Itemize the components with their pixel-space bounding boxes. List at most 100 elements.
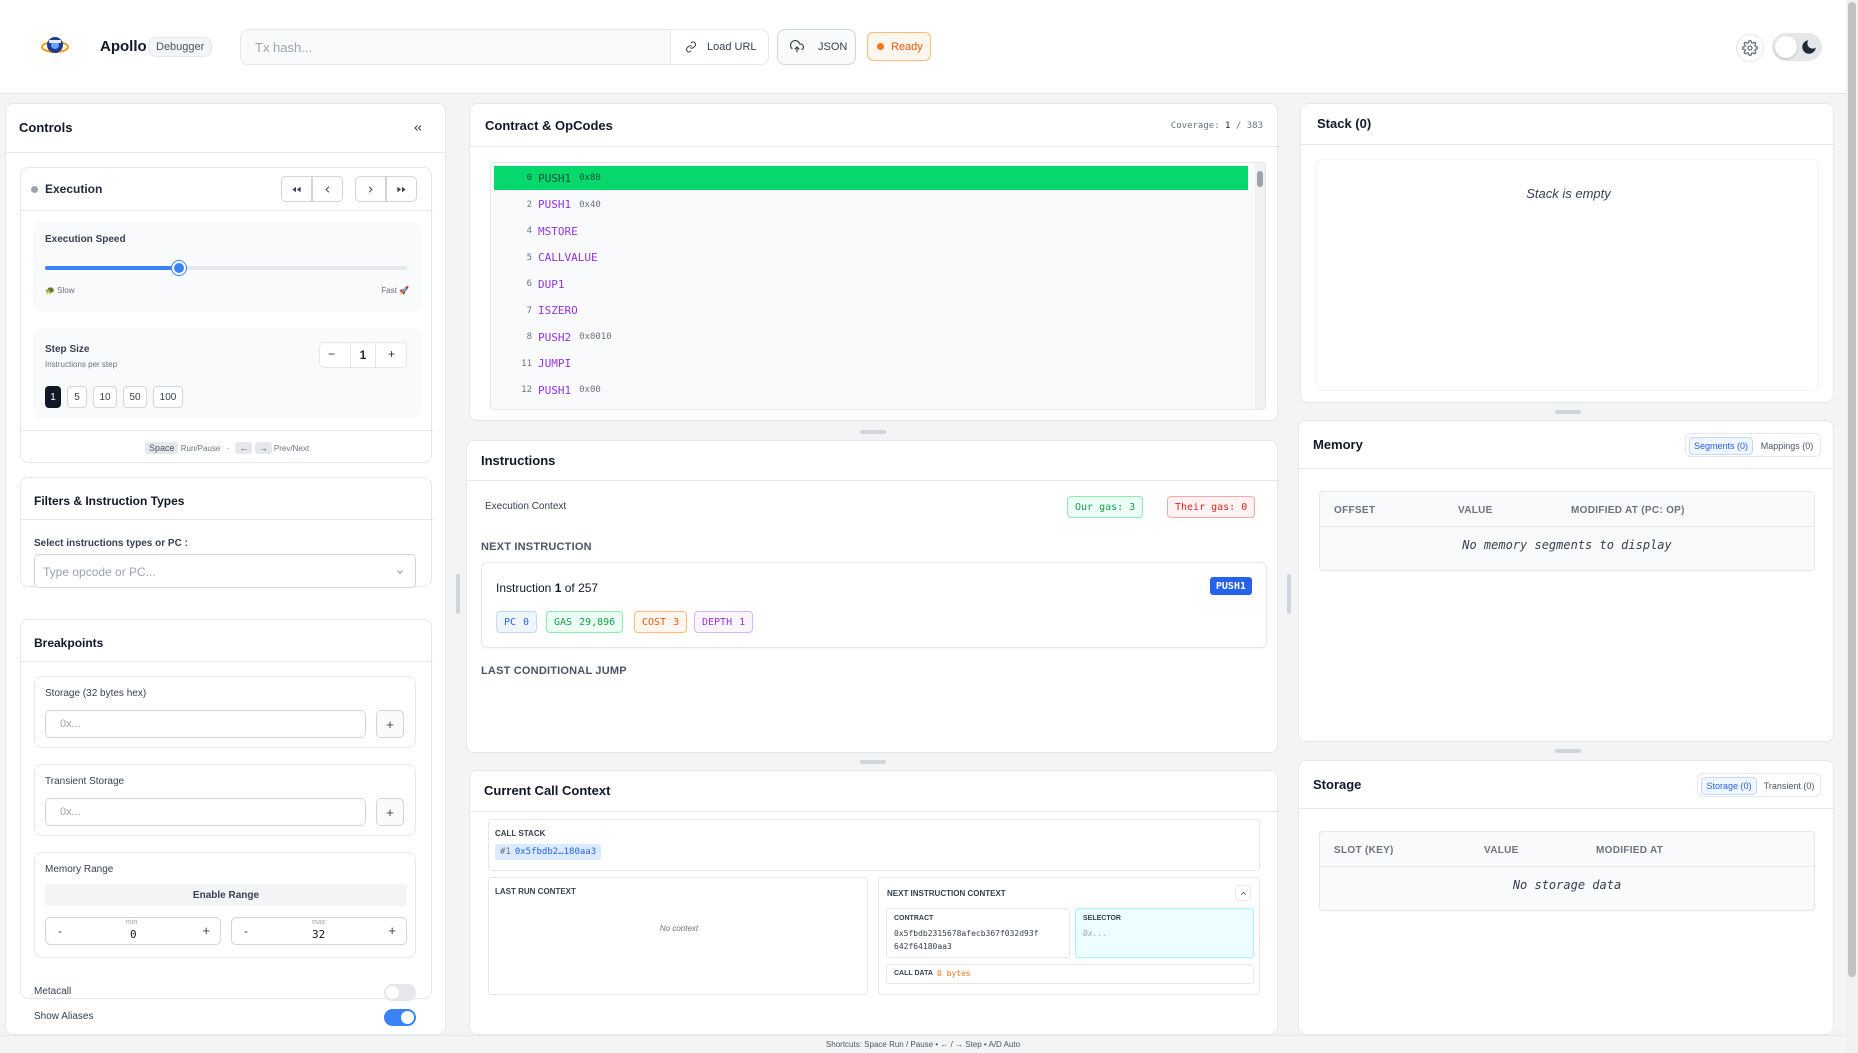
tab-memory-mappings[interactable]: Mappings (0) bbox=[1756, 437, 1818, 455]
collapse-panel-icon[interactable] bbox=[412, 122, 424, 134]
cloud-upload-icon bbox=[790, 40, 804, 53]
settings-button[interactable] bbox=[1736, 34, 1764, 62]
page-scrollbar-thumb[interactable] bbox=[1848, 2, 1856, 977]
contract-field-label: CONTRACT bbox=[894, 915, 934, 922]
instructions-resize-handle[interactable] bbox=[860, 760, 886, 764]
call-stack-label: CALL STACK bbox=[495, 829, 546, 838]
opcode-filter-select[interactable]: Type opcode or PC... bbox=[34, 554, 416, 588]
status-badge: Ready bbox=[867, 32, 931, 61]
shortcuts-footer: Shortcuts: Space Run / Pause • ← / → Ste… bbox=[0, 1035, 1846, 1053]
opcode-row[interactable]: 4 MSTORE bbox=[494, 219, 1248, 243]
coverage-total: 383 bbox=[1246, 121, 1263, 131]
instruction-index: 1 bbox=[554, 581, 562, 595]
memory-min-increment[interactable]: + bbox=[202, 923, 210, 938]
execution-speed-thumb[interactable] bbox=[171, 261, 186, 275]
storage-breakpoint-input[interactable] bbox=[45, 710, 366, 738]
tab-storage[interactable]: Storage (0) bbox=[1701, 777, 1757, 795]
step-size-decrement[interactable]: − bbox=[328, 347, 335, 361]
step-preset-5[interactable]: 5 bbox=[67, 386, 87, 408]
call-stack-index: #1 bbox=[500, 847, 511, 857]
double-chevron-left-icon bbox=[292, 186, 301, 192]
memory-max-value[interactable]: 32 bbox=[312, 928, 325, 941]
step-preset-100[interactable]: 100 bbox=[153, 386, 183, 408]
opcode-row[interactable]: 12 PUSH1 0x00 bbox=[494, 378, 1248, 402]
call-stack-entry[interactable]: #1 0x5fbdb2…180aa3 bbox=[495, 844, 602, 860]
memory-max-input: - max 32 + bbox=[231, 917, 407, 945]
instruction-prefix: Instruction bbox=[496, 581, 552, 595]
fast-forward-end-button[interactable] bbox=[386, 176, 417, 202]
metacall-toggle[interactable] bbox=[384, 984, 416, 1001]
opcode-name: DUP1 bbox=[538, 277, 565, 291]
their-gas-badge: Their gas: 0 bbox=[1167, 496, 1256, 518]
json-upload-button[interactable]: JSON bbox=[777, 29, 856, 65]
load-url-button[interactable]: Load URL bbox=[670, 30, 768, 64]
add-storage-breakpoint-button[interactable]: + bbox=[376, 710, 404, 738]
filters-select-label: Select instructions types or PC : bbox=[34, 538, 188, 549]
memory-tabs: Segments (0) Mappings (0) bbox=[1685, 433, 1821, 457]
calldata-value: 0 bytes bbox=[937, 969, 971, 978]
right-resize-handle[interactable] bbox=[1287, 574, 1291, 614]
opcode-pc: 6 bbox=[526, 279, 532, 289]
storage-breakpoint-section: Storage (32 bytes hex) + bbox=[34, 676, 416, 748]
step-size-value[interactable]: 1 bbox=[350, 343, 376, 367]
add-transient-breakpoint-button[interactable]: + bbox=[376, 798, 404, 826]
contract-resize-handle[interactable] bbox=[860, 430, 886, 434]
execution-divider bbox=[21, 210, 433, 211]
execution-title: Execution bbox=[45, 182, 103, 196]
step-forward-button[interactable] bbox=[355, 176, 386, 202]
no-context-message: No context bbox=[659, 924, 699, 933]
filters-card: Filters & Instruction Types Select instr… bbox=[20, 477, 433, 588]
collapse-context-button[interactable] bbox=[1235, 885, 1251, 901]
execution-speed-slider[interactable] bbox=[45, 261, 407, 275]
stack-empty-message: Stack is empty bbox=[1526, 186, 1611, 201]
step-preset-1[interactable]: 1 bbox=[45, 386, 61, 408]
opcode-row[interactable]: 0 PUSH1 0x80 bbox=[494, 166, 1248, 190]
opcode-row[interactable]: 7 ISZERO bbox=[494, 299, 1248, 323]
step-back-button[interactable] bbox=[312, 176, 343, 202]
opcode-pc: 4 bbox=[526, 226, 532, 236]
rewind-start-button[interactable] bbox=[281, 176, 312, 202]
enable-range-button[interactable]: Enable Range bbox=[45, 884, 407, 906]
opcode-scrollbar-thumb[interactable] bbox=[1257, 171, 1263, 187]
execution-speed-fill bbox=[45, 266, 179, 270]
moon-icon bbox=[1802, 40, 1816, 54]
tab-memory-segments[interactable]: Segments (0) bbox=[1689, 437, 1753, 455]
step-preset-10[interactable]: 10 bbox=[93, 386, 117, 408]
memory-min-decrement[interactable]: - bbox=[58, 924, 62, 938]
opcode-scrollbar[interactable] bbox=[1255, 163, 1265, 409]
depth-chip-label: DEPTH bbox=[702, 616, 733, 628]
tab-transient[interactable]: Transient (0) bbox=[1760, 777, 1818, 795]
show-aliases-label: Show Aliases bbox=[34, 1011, 94, 1022]
execution-shortcuts-hint: Space Run/Pause · ← → Prev/Next bbox=[21, 442, 433, 454]
stack-resize-handle[interactable] bbox=[1555, 410, 1581, 414]
opcode-row[interactable]: 5 CALLVALUE bbox=[494, 246, 1248, 270]
status-label: Ready bbox=[891, 40, 923, 53]
last-conditional-jump-heading: LAST CONDITIONAL JUMP bbox=[481, 665, 627, 677]
chevron-right-icon bbox=[368, 185, 373, 193]
coverage-label: Coverage: bbox=[1170, 121, 1220, 131]
coverage-separator: / bbox=[1235, 121, 1242, 131]
storage-tabs: Storage (0) Transient (0) bbox=[1697, 773, 1821, 797]
opcode-row[interactable]: 11 JUMPI bbox=[494, 352, 1248, 376]
page-scrollbar[interactable] bbox=[1846, 0, 1858, 1053]
opcode-pc: 0 bbox=[526, 173, 532, 183]
memory-min-value[interactable]: 0 bbox=[130, 928, 137, 941]
opcode-list[interactable]: 0 PUSH1 0x80 2 PUSH1 0x40 4 MSTORE 5 CALLVALUE 6 DU… bbox=[490, 162, 1266, 410]
show-aliases-toggle[interactable] bbox=[384, 1009, 416, 1026]
opcode-row[interactable]: 8 PUSH2 0x0010 bbox=[494, 325, 1248, 349]
transient-breakpoint-input[interactable] bbox=[45, 798, 366, 826]
theme-toggle[interactable] bbox=[1772, 33, 1822, 61]
execution-context-label: Execution Context bbox=[485, 501, 567, 512]
step-size-increment[interactable]: + bbox=[388, 347, 395, 361]
memory-resize-handle[interactable] bbox=[1555, 749, 1581, 753]
tx-hash-input[interactable] bbox=[241, 30, 671, 64]
memory-max-increment[interactable]: + bbox=[388, 923, 396, 938]
step-preset-50[interactable]: 50 bbox=[123, 386, 147, 408]
left-resize-handle[interactable] bbox=[456, 574, 460, 614]
controls-title: Controls bbox=[19, 120, 73, 135]
selector-placeholder: 0x... bbox=[1083, 929, 1108, 938]
instructions-title: Instructions bbox=[481, 453, 556, 468]
memory-max-decrement[interactable]: - bbox=[244, 924, 248, 938]
opcode-row[interactable]: 6 DUP1 bbox=[494, 272, 1248, 296]
opcode-row[interactable]: 2 PUSH1 0x40 bbox=[494, 193, 1248, 217]
